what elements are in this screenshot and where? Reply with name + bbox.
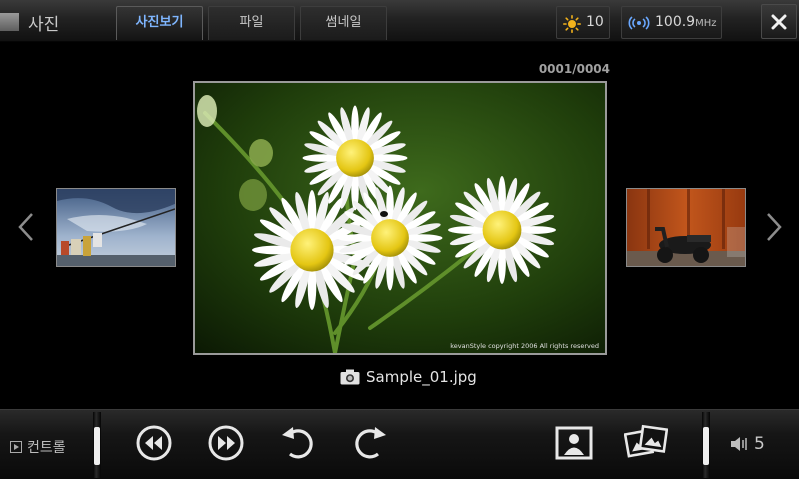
control-bar: 컨트롤 5 xyxy=(0,409,799,479)
tab-photo-view[interactable]: 사진보기 xyxy=(116,6,203,40)
bar-handle[interactable] xyxy=(94,427,100,465)
close-icon xyxy=(771,14,787,30)
close-button[interactable] xyxy=(761,4,797,39)
next-image-arrow-icon[interactable] xyxy=(764,212,784,242)
previous-image-thumbnail[interactable] xyxy=(56,188,176,267)
slideshow-button[interactable] xyxy=(624,424,668,462)
main-photo[interactable]: kevanStyle copyright 2006 All rights res… xyxy=(193,81,607,355)
sun-icon xyxy=(563,15,581,33)
next-image-thumbnail[interactable] xyxy=(626,188,746,267)
previous-image-arrow-icon[interactable] xyxy=(16,212,36,242)
set-wallpaper-button[interactable] xyxy=(555,426,593,460)
app-title: 사진 xyxy=(28,15,60,35)
rewind-icon xyxy=(145,436,162,450)
tab-thumbnail[interactable]: 썸네일 xyxy=(300,6,387,40)
control-toggle[interactable]: 컨트롤 xyxy=(10,437,66,457)
brightness-indicator[interactable]: 10 xyxy=(556,6,610,39)
radio-indicator[interactable]: 100.9MHz xyxy=(621,6,722,39)
camera-icon xyxy=(340,369,360,385)
volume-value: 5 xyxy=(754,434,765,454)
rotate-right-icon xyxy=(355,427,386,459)
file-name: Sample_01.jpg xyxy=(366,368,477,386)
image-counter: 0001/0004 xyxy=(538,62,610,76)
rotate-right-button[interactable] xyxy=(350,423,390,463)
radio-unit: MHz xyxy=(695,18,717,29)
speaker-icon xyxy=(731,437,747,451)
fast-forward-icon xyxy=(218,436,235,450)
flower-photo: kevanStyle copyright 2006 All rights res… xyxy=(195,83,605,353)
tab-file[interactable]: 파일 xyxy=(208,6,295,40)
control-label: 컨트롤 xyxy=(27,440,66,456)
photos-icon xyxy=(624,424,668,458)
app-icon xyxy=(0,13,19,31)
radio-frequency: 100.9 xyxy=(655,14,696,30)
rotate-left-icon xyxy=(282,427,313,459)
top-bar: 사진 사진보기 파일 썸네일 10 100.9MHz xyxy=(0,0,799,42)
photo-watermark: kevanStyle copyright 2006 All rights res… xyxy=(450,342,599,350)
portrait-icon xyxy=(555,426,593,460)
rotate-left-button[interactable] xyxy=(278,423,318,463)
next-button[interactable] xyxy=(206,423,246,463)
previous-button[interactable] xyxy=(134,423,174,463)
brightness-value: 10 xyxy=(586,14,604,30)
bar-handle[interactable] xyxy=(703,427,709,465)
play-small-icon xyxy=(10,441,22,453)
broadcast-icon xyxy=(628,16,650,30)
